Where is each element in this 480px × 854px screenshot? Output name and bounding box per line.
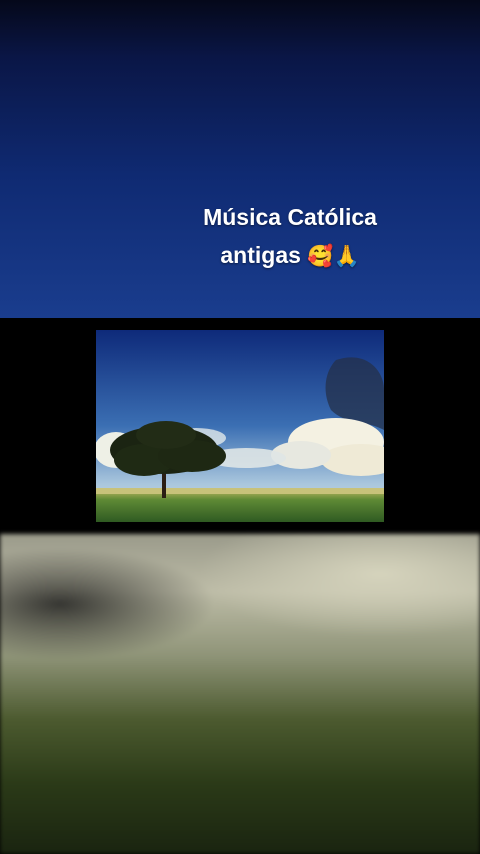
tree-landscape-photo [96, 330, 384, 522]
landscape-image [96, 330, 384, 522]
caption-line-1: Música Católica [203, 204, 377, 230]
video-caption: Música Católica antigas 🥰🙏 [150, 198, 430, 276]
caption-line-2: antigas 🥰🙏 [150, 236, 430, 276]
blurred-background [0, 534, 480, 854]
caption-emoji: 🥰🙏 [307, 245, 360, 268]
caption-line-2-text: antigas [220, 242, 301, 268]
